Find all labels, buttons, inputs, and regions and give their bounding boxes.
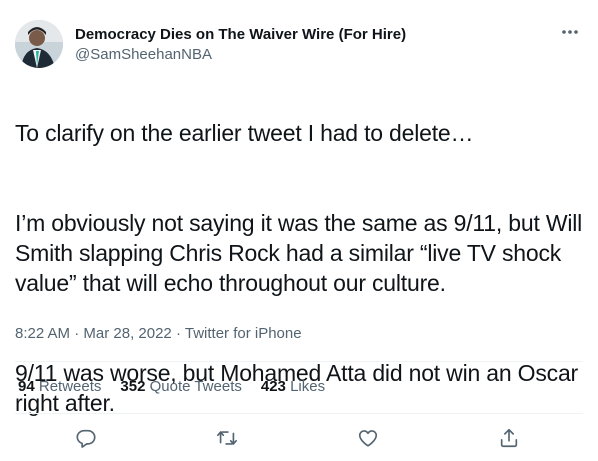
likes-count: 423 — [260, 378, 286, 395]
tweet-card: Democracy Dies on The Waiver Wire (For H… — [0, 0, 598, 461]
retweets-count: 94 — [18, 378, 35, 395]
retweet-button[interactable] — [214, 425, 240, 451]
meta-separator: · — [74, 325, 80, 342]
tweet-paragraph: To clarify on the earlier tweet I had to… — [15, 120, 474, 146]
reply-button[interactable] — [73, 425, 99, 451]
quote-tweets-count: 352 — [120, 378, 146, 395]
likes-stat[interactable]: 423 Likes — [261, 378, 325, 395]
share-button[interactable] — [496, 425, 522, 451]
avatar[interactable] — [15, 20, 63, 68]
reply-icon — [76, 429, 96, 448]
tweet-metadata: 8:22 AM · Mar 28, 2022 · Twitter for iPh… — [15, 325, 302, 342]
tweet-time-link[interactable]: 8:22 AM · Mar 28, 2022 — [15, 325, 172, 342]
retweets-label: Retweets — [38, 378, 102, 395]
more-horizontal-icon — [562, 30, 578, 34]
tweet-actions — [0, 425, 598, 451]
likes-label: Likes — [290, 378, 326, 395]
more-options-button[interactable] — [556, 22, 584, 42]
tweet-source-link[interactable]: Twitter for iPhone — [185, 325, 302, 342]
heart-icon — [358, 430, 378, 447]
retweet-icon — [217, 431, 237, 445]
tweet-paragraph: I’m obviously not saying it was the same… — [15, 210, 583, 296]
tweet-time: 8:22 AM — [15, 325, 71, 342]
tweet-date: Mar 28, 2022 — [83, 325, 172, 342]
tweet-stats: 94 Retweets 352 Quote Tweets 423 Likes — [18, 378, 325, 395]
retweets-stat[interactable]: 94 Retweets — [18, 378, 101, 395]
quote-tweets-stat[interactable]: 352 Quote Tweets — [120, 378, 241, 395]
share-icon — [500, 428, 518, 448]
quote-tweets-label: Quote Tweets — [149, 378, 242, 395]
avatar-image — [15, 20, 63, 68]
like-button[interactable] — [355, 425, 381, 451]
meta-separator: · — [175, 325, 181, 342]
author-handle[interactable]: @SamSheehanNBA — [75, 46, 212, 63]
divider — [15, 361, 583, 362]
author-display-name[interactable]: Democracy Dies on The Waiver Wire (For H… — [75, 26, 406, 43]
divider — [15, 413, 583, 414]
